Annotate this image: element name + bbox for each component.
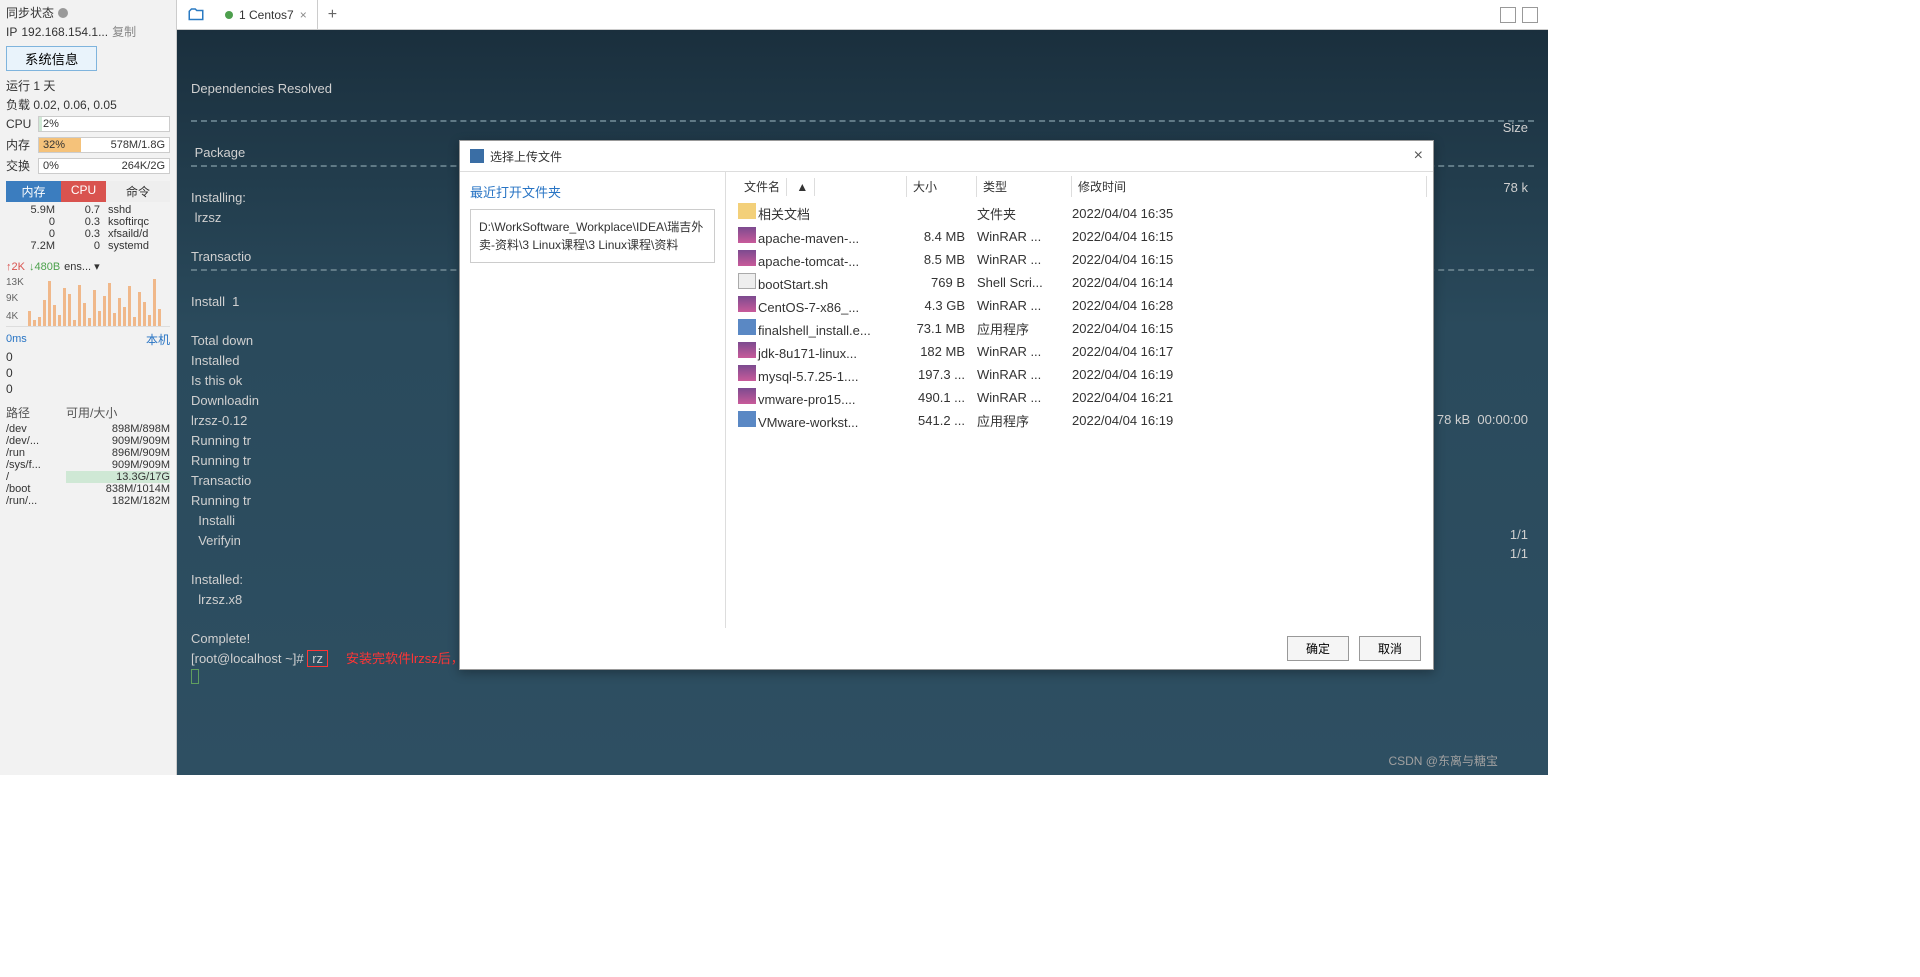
process-row: 7.2M0systemd xyxy=(6,240,170,252)
tab-bar: 1 Centos7 × + xyxy=(177,0,1548,30)
close-tab-icon[interactable]: × xyxy=(300,8,307,22)
cpu-meter: CPU 2% xyxy=(6,116,170,132)
latency-row: 0ms本机 xyxy=(6,331,170,348)
cancel-button[interactable]: 取消 xyxy=(1359,636,1421,661)
file-icon xyxy=(738,273,756,289)
file-icon xyxy=(738,411,756,427)
load: 负载 0.02, 0.06, 0.05 xyxy=(6,96,170,113)
close-dialog-icon[interactable]: × xyxy=(1414,147,1423,165)
file-row[interactable]: apache-maven-...8.4 MBWinRAR ...2022/04/… xyxy=(726,225,1433,248)
file-list[interactable]: 相关文档文件夹2022/04/04 16:35apache-maven-...8… xyxy=(726,201,1433,628)
tab-centos7[interactable]: 1 Centos7 × xyxy=(215,0,318,29)
process-header: 内存CPU命令 xyxy=(6,181,170,202)
process-row: 00.3xfsaild/d xyxy=(6,228,170,240)
dialog-icon xyxy=(470,149,484,163)
recent-path[interactable]: D:\WorkSoftware_Workplace\IDEA\瑞吉外卖-资料\3… xyxy=(470,209,715,263)
command-highlight: rz xyxy=(307,650,328,667)
sidebar: 同步状态 IP 192.168.154.1... 复制 系统信息 运行 1 天 … xyxy=(0,0,177,775)
file-icon xyxy=(738,203,756,219)
disk-row: /dev/...909M/909M xyxy=(6,435,170,447)
sync-status: 同步状态 xyxy=(6,4,170,21)
disk-header: 路径可用/大小 xyxy=(6,404,170,421)
swap-meter: 交换 0%264K/2G xyxy=(6,157,170,174)
ok-button[interactable]: 确定 xyxy=(1287,636,1349,661)
system-info-button[interactable]: 系统信息 xyxy=(6,46,97,71)
file-icon xyxy=(738,227,756,243)
ip-row: IP 192.168.154.1... 复制 xyxy=(6,23,170,40)
file-row[interactable]: finalshell_install.e...73.1 MB应用程序2022/0… xyxy=(726,317,1433,340)
file-icon xyxy=(738,388,756,404)
layout-icon xyxy=(1522,7,1538,23)
ip-value: 192.168.154.1... xyxy=(21,25,108,39)
disk-row: /run/...182M/182M xyxy=(6,495,170,507)
file-icon xyxy=(738,365,756,381)
net-chart: 13K 9K 4K xyxy=(6,277,170,327)
net-row: ↑2K ↓480B ens... ▾ xyxy=(6,260,170,273)
disk-row: /13.3G/17G xyxy=(6,471,170,483)
process-row: 5.9M0.7sshd xyxy=(6,204,170,216)
status-dot-icon xyxy=(225,11,233,19)
download-icon: ↓480B xyxy=(29,261,60,273)
file-row[interactable]: mysql-5.7.25-1....197.3 ...WinRAR ...202… xyxy=(726,363,1433,386)
dialog-titlebar[interactable]: 选择上传文件 × xyxy=(460,141,1433,171)
disk-row: /sys/f...909M/909M xyxy=(6,459,170,471)
file-icon xyxy=(738,250,756,266)
file-row[interactable]: jdk-8u171-linux...182 MBWinRAR ...2022/0… xyxy=(726,340,1433,363)
new-tab-button[interactable]: + xyxy=(318,6,347,24)
file-icon xyxy=(738,319,756,335)
recent-panel: 最近打开文件夹 D:\WorkSoftware_Workplace\IDEA\瑞… xyxy=(460,172,725,628)
file-columns[interactable]: 文件名 ▲ 大小 类型 修改时间 xyxy=(726,172,1433,201)
file-row[interactable]: CentOS-7-x86_...4.3 GBWinRAR ...2022/04/… xyxy=(726,294,1433,317)
file-row[interactable]: 相关文档文件夹2022/04/04 16:35 xyxy=(726,201,1433,225)
cursor-icon xyxy=(191,669,199,684)
process-row: 00.3ksoftirqc xyxy=(6,216,170,228)
file-icon xyxy=(738,296,756,312)
net-interface[interactable]: ens... ▾ xyxy=(64,260,99,273)
copy-button[interactable]: 复制 xyxy=(112,23,136,40)
uptime: 运行 1 天 xyxy=(6,77,170,94)
sort-asc-icon: ▲ xyxy=(790,178,815,196)
file-row[interactable]: apache-tomcat-...8.5 MBWinRAR ...2022/04… xyxy=(726,248,1433,271)
upload-icon: ↑2K xyxy=(6,261,25,273)
folder-icon[interactable] xyxy=(185,6,207,24)
view-icons[interactable] xyxy=(1500,7,1548,23)
dialog-title: 选择上传文件 xyxy=(490,148,562,165)
sync-dot-icon xyxy=(58,8,68,18)
file-icon xyxy=(738,342,756,358)
file-row[interactable]: VMware-workst...541.2 ...应用程序2022/04/04 … xyxy=(726,409,1433,432)
main-area: 1 Centos7 × + Dependencies Resolved Pack… xyxy=(177,0,1548,775)
watermark: CSDN @东离与糖宝 xyxy=(1388,752,1498,769)
grid-icon xyxy=(1500,7,1516,23)
upload-dialog: 选择上传文件 × 最近打开文件夹 D:\WorkSoftware_Workpla… xyxy=(459,140,1434,670)
disk-row: /boot838M/1014M xyxy=(6,483,170,495)
disk-row: /dev898M/898M xyxy=(6,423,170,435)
file-row[interactable]: vmware-pro15....490.1 ...WinRAR ...2022/… xyxy=(726,386,1433,409)
mem-meter: 内存 32%578M/1.8G xyxy=(6,136,170,153)
file-row[interactable]: bootStart.sh769 BShell Scri...2022/04/04… xyxy=(726,271,1433,294)
disk-row: /run896M/909M xyxy=(6,447,170,459)
